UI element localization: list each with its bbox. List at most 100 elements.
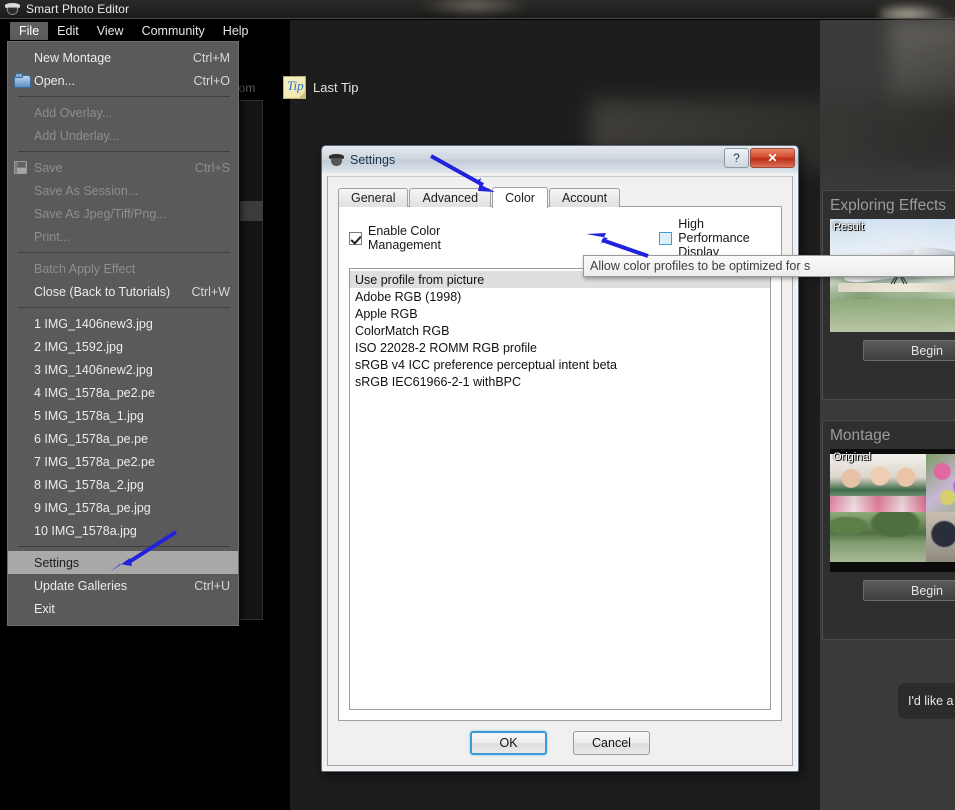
menubar-item-view[interactable]: View — [88, 22, 133, 40]
menu-separator — [18, 307, 230, 308]
menu-item-label: 8 IMG_1578a_2.jpg — [34, 477, 144, 492]
profile-list-item[interactable]: Adobe RGB (1998) — [350, 288, 770, 305]
menu-item-shortcut: Ctrl+M — [192, 50, 230, 65]
menu-item-label: Open... — [34, 73, 75, 88]
menu-item-3-img-1406new2-jpg[interactable]: 3 IMG_1406new2.jpg — [8, 358, 238, 381]
tab-color[interactable]: Color — [492, 187, 548, 208]
cancel-button[interactable]: Cancel — [573, 731, 650, 755]
begin-button-effects[interactable]: Begin — [863, 340, 955, 361]
menu-item-settings[interactable]: Settings — [8, 551, 238, 574]
menu-item-shortcut: Ctrl+O — [193, 73, 230, 88]
menu-bar: File Edit View Community Help — [0, 20, 290, 41]
help-button[interactable]: ? — [724, 148, 749, 168]
menubar-item-edit[interactable]: Edit — [48, 22, 88, 40]
menu-item-batch-apply-effect: Batch Apply Effect — [8, 257, 238, 280]
file-menu-dropdown: New Montage Ctrl+M Open... Ctrl+O Add Overla… — [7, 41, 239, 626]
menu-item-print: Print... — [8, 225, 238, 248]
tab-account[interactable]: Account — [548, 188, 621, 207]
menu-item-close-back-to-tutorials[interactable]: Close (Back to Tutorials) Ctrl+W — [8, 280, 238, 303]
checkbox-high-performance-display[interactable]: High Performance Display — [659, 217, 771, 259]
menu-item-1-img-1406new3-jpg[interactable]: 1 IMG_1406new3.jpg — [8, 312, 238, 335]
menu-item-save: Save Ctrl+S — [8, 156, 238, 179]
panel-montage: Montage Original Begin — [822, 420, 955, 640]
menubar-item-community[interactable]: Community — [133, 22, 214, 40]
profile-list-item[interactable]: Apple RGB — [350, 305, 770, 322]
menu-item-label: Save As Session... — [34, 183, 139, 198]
profile-list-item[interactable]: ColorMatch RGB — [350, 322, 770, 339]
menu-item-label: 1 IMG_1406new3.jpg — [34, 316, 153, 331]
menu-item-9-img-1578a-pe-jpg[interactable]: 9 IMG_1578a_pe.jpg — [8, 496, 238, 519]
menu-item-shortcut: Ctrl+S — [194, 160, 230, 175]
left-panel-tab-handle[interactable] — [240, 201, 263, 221]
chat-bubble[interactable]: I'd like a — [898, 683, 955, 719]
panel-thumbnail[interactable]: Original — [830, 449, 955, 572]
menu-item-update-galleries[interactable]: Update Galleries Ctrl+U — [8, 574, 238, 597]
menu-item-label: New Montage — [34, 50, 112, 65]
profile-list-item[interactable]: sRGB IEC61966-2-1 withBPC — [350, 373, 770, 390]
menu-item-add-underlay: Add Underlay... — [8, 124, 238, 147]
menu-item-add-overlay: Add Overlay... — [8, 101, 238, 124]
menu-item-label: Save As Jpeg/Tiff/Png... — [34, 206, 167, 221]
profile-list-item[interactable]: sRGB v4 ICC preference perceptual intent… — [350, 356, 770, 373]
tip-note-icon[interactable]: Tip — [283, 76, 306, 99]
menu-item-save-as-session: Save As Session... — [8, 179, 238, 202]
menu-item-label: 6 IMG_1578a_pe.pe — [34, 431, 148, 446]
background-blur-left — [420, 0, 530, 16]
color-profile-list[interactable]: Use profile from picture Adobe RGB (1998)… — [349, 268, 771, 710]
tab-page-color: Enable Color Management High Performance… — [338, 206, 782, 721]
menu-item-label: 9 IMG_1578a_pe.jpg — [34, 500, 151, 515]
menu-item-label: Settings — [34, 555, 80, 570]
menu-item-label: Close (Back to Tutorials) — [34, 284, 171, 299]
menu-item-7-img-1578a-pe2-pe[interactable]: 7 IMG_1578a_pe2.pe — [8, 450, 238, 473]
checkbox-enable-color-management[interactable]: Enable Color Management — [349, 217, 463, 259]
checkbox-unchecked-icon[interactable] — [659, 231, 673, 245]
settings-tabs: General Advanced Color Account — [338, 186, 782, 208]
menu-item-save-as-jpeg-tiff-png: Save As Jpeg/Tiff/Png... — [8, 202, 238, 225]
menu-item-label: Print... — [34, 229, 71, 244]
menubar-item-file[interactable]: File — [10, 21, 49, 40]
menu-separator — [18, 546, 230, 547]
checkbox-checked-icon[interactable] — [349, 231, 362, 245]
panel-exploring-effects: Exploring Effects Result Begin — [822, 190, 955, 400]
profile-list-item[interactable]: ISO 22028-2 ROMM RGB profile — [350, 339, 770, 356]
menu-item-label: 5 IMG_1578a_1.jpg — [34, 408, 144, 423]
menu-item-10-img-1578a-jpg[interactable]: 10 IMG_1578a.jpg — [8, 519, 238, 542]
thumbnail-badge: Original — [833, 451, 871, 463]
ok-button[interactable]: OK — [470, 731, 547, 755]
save-icon — [14, 161, 34, 174]
camera-icon — [329, 153, 344, 167]
settings-dialog: Settings ? ✕ General Advanced Color Account… — [321, 145, 799, 772]
camera-icon — [5, 2, 20, 16]
menubar-item-help[interactable]: Help — [214, 22, 258, 40]
menu-item-4-img-1578a-pe2-pe[interactable]: 4 IMG_1578a_pe2.pe — [8, 381, 238, 404]
window-buttons: ? ✕ — [723, 148, 795, 168]
tab-advanced[interactable]: Advanced — [409, 188, 492, 207]
menu-item-label: Batch Apply Effect — [34, 261, 136, 276]
folder-open-icon — [14, 73, 34, 88]
menu-item-8-img-1578a-2-jpg[interactable]: 8 IMG_1578a_2.jpg — [8, 473, 238, 496]
menu-item-open[interactable]: Open... Ctrl+O — [8, 69, 238, 92]
app-title-bar: Smart Photo Editor — [0, 0, 955, 19]
menu-item-5-img-1578a-1-jpg[interactable]: 5 IMG_1578a_1.jpg — [8, 404, 238, 427]
menu-item-label: Exit — [34, 601, 55, 616]
menu-separator — [18, 151, 230, 152]
menu-item-exit[interactable]: Exit — [8, 597, 238, 620]
checkbox-label: High Performance Display — [678, 217, 750, 259]
menu-item-6-img-1578a-pe-pe[interactable]: 6 IMG_1578a_pe.pe — [8, 427, 238, 450]
dialog-title: Settings — [350, 152, 396, 167]
checkbox-label: Enable Color Management — [368, 224, 441, 252]
panel-title: Montage — [830, 427, 891, 444]
begin-button-montage[interactable]: Begin — [863, 580, 955, 601]
tab-general[interactable]: General — [338, 188, 409, 207]
app-title: Smart Photo Editor — [26, 2, 130, 16]
menu-separator — [18, 252, 230, 253]
last-tip-button[interactable]: Last Tip — [313, 80, 359, 95]
menu-item-new-montage[interactable]: New Montage Ctrl+M — [8, 46, 238, 69]
close-button[interactable]: ✕ — [750, 148, 795, 168]
montage-artwork — [830, 449, 955, 572]
menu-item-2-img-1592-jpg[interactable]: 2 IMG_1592.jpg — [8, 335, 238, 358]
dialog-title-bar: Settings ? ✕ — [322, 146, 798, 173]
menu-item-label: 2 IMG_1592.jpg — [34, 339, 123, 354]
menu-item-label: Save — [34, 160, 63, 175]
thumbnail-badge: Result — [833, 221, 865, 233]
